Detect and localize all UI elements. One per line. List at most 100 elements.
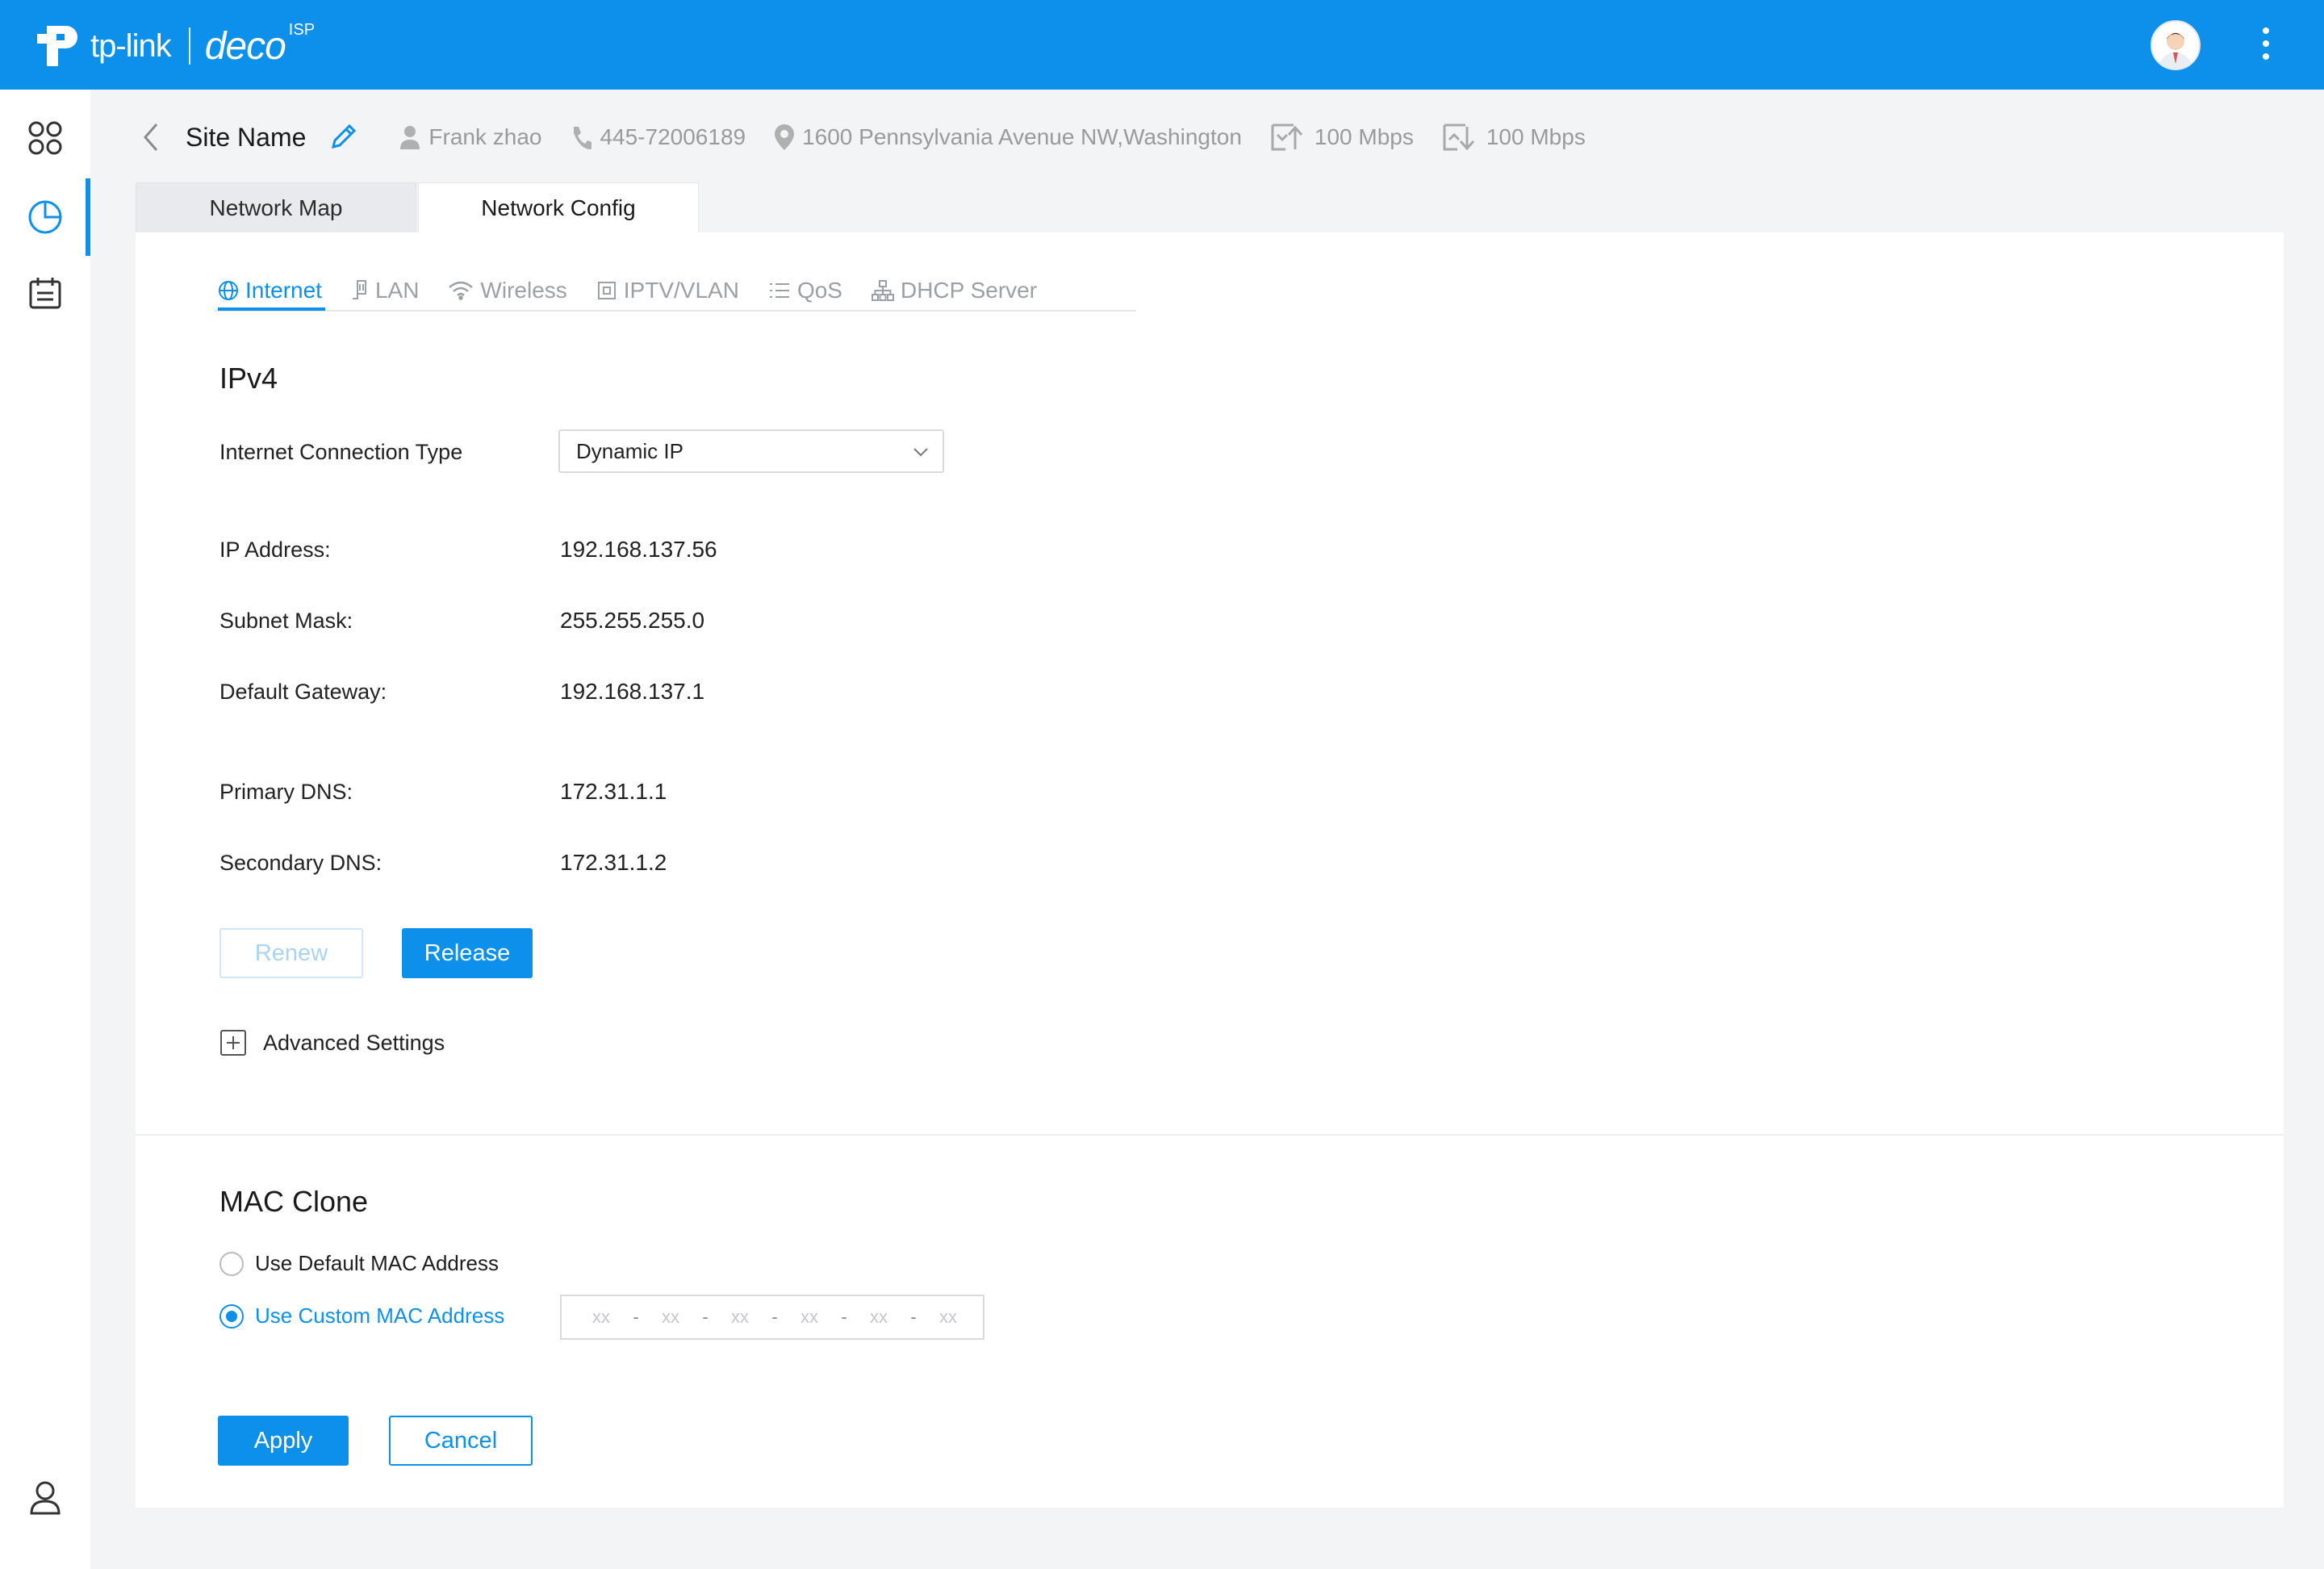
subtab-label: Wireless xyxy=(480,278,567,303)
secondary-dns-value: 172.31.1.2 xyxy=(560,850,667,875)
mac-segment-2[interactable]: xx xyxy=(658,1307,683,1328)
back-arrow-icon[interactable] xyxy=(139,119,163,155)
tab-network-config[interactable]: Network Config xyxy=(418,182,699,233)
sidebar-item-statistics[interactable] xyxy=(0,178,90,256)
iptv-icon xyxy=(597,282,616,299)
pie-chart-icon xyxy=(28,200,62,234)
more-options-icon[interactable] xyxy=(2251,23,2280,68)
upload-speed-info: 100 Mbps xyxy=(1271,123,1414,151)
tab-network-map[interactable]: Network Map xyxy=(136,182,416,233)
subtab-label: Internet xyxy=(245,278,322,303)
sidebar-item-account[interactable] xyxy=(0,1458,90,1536)
product-name: deco xyxy=(204,24,286,68)
mac-separator: - xyxy=(702,1307,708,1327)
download-speed-info: 100 Mbps xyxy=(1443,123,1586,151)
wifi-icon xyxy=(449,281,474,300)
advanced-settings-toggle[interactable]: Advanced Settings xyxy=(219,1029,445,1056)
default-gateway-value: 192.168.137.1 xyxy=(560,679,705,704)
logo-separator xyxy=(188,27,190,65)
renew-button[interactable]: Renew xyxy=(219,928,363,978)
release-button[interactable]: Release xyxy=(402,928,533,978)
ethernet-icon xyxy=(352,280,366,299)
logo-text: tp-link xyxy=(90,27,172,64)
mac-clone-title: MAC Clone xyxy=(219,1185,369,1218)
sidebar-item-schedule[interactable] xyxy=(0,254,90,332)
subnet-mask-value: 255.255.255.0 xyxy=(560,608,705,633)
mac-segment-5[interactable]: xx xyxy=(867,1307,891,1328)
sidebar xyxy=(0,90,90,1569)
list-icon xyxy=(769,283,789,298)
config-subtabs: Internet LAN Wireless IPTV/VLAN QoS DHCP… xyxy=(215,273,1136,312)
default-mac-label: Use Default MAC Address xyxy=(255,1251,499,1275)
plus-box-icon xyxy=(220,1030,246,1056)
mac-segment-1[interactable]: xx xyxy=(589,1307,613,1328)
upload-speed-icon xyxy=(1271,123,1303,151)
secondary-dns-label: Secondary DNS: xyxy=(219,851,382,875)
default-mac-radio[interactable] xyxy=(219,1251,244,1276)
contact-info: Frank zhao xyxy=(399,124,541,150)
user-avatar[interactable] xyxy=(2151,20,2201,70)
cancel-button[interactable]: Cancel xyxy=(389,1416,533,1466)
subtab-iptv-vlan[interactable]: IPTV/VLAN xyxy=(596,273,739,308)
custom-mac-label: Use Custom MAC Address xyxy=(255,1303,505,1328)
calendar-icon xyxy=(29,278,61,309)
default-gateway-label: Default Gateway: xyxy=(219,680,387,704)
subtab-dhcp-server[interactable]: DHCP Server xyxy=(871,273,1038,308)
upload-speed: 100 Mbps xyxy=(1314,124,1414,149)
chevron-down-icon xyxy=(913,448,928,457)
ip-address-value: 192.168.137.56 xyxy=(560,537,717,562)
subtab-lan[interactable]: LAN xyxy=(351,273,419,308)
person-icon xyxy=(400,126,420,149)
custom-mac-input[interactable]: xx - xx - xx - xx - xx - xx xyxy=(560,1295,984,1340)
site-header: Site Name Frank zhao 445-72006189 1600 P… xyxy=(139,115,1586,160)
ip-address-label: IP Address: xyxy=(219,538,331,562)
default-mac-option[interactable]: Use Default MAC Address xyxy=(219,1251,499,1276)
subtab-internet[interactable]: Internet xyxy=(218,273,325,311)
mac-segment-6[interactable]: xx xyxy=(936,1307,960,1328)
subtab-label: DHCP Server xyxy=(900,278,1038,303)
subtab-label: QoS xyxy=(796,278,842,303)
tp-link-logo: tp-link deco ISP xyxy=(31,18,315,74)
mac-separator: - xyxy=(910,1307,917,1327)
mac-separator: - xyxy=(841,1307,847,1327)
network-tree-icon xyxy=(871,280,894,301)
subnet-mask-label: Subnet Mask: xyxy=(219,609,353,633)
contact-name: Frank zhao xyxy=(428,124,542,149)
location-pin-icon xyxy=(775,124,795,150)
primary-dns-label: Primary DNS: xyxy=(219,780,353,804)
ipv4-title: IPv4 xyxy=(219,362,278,395)
subtab-qos[interactable]: QoS xyxy=(768,273,842,308)
phone-info: 445-72006189 xyxy=(571,124,746,150)
site-name: Site Name xyxy=(186,122,307,152)
edit-pencil-icon[interactable] xyxy=(328,123,357,152)
phone-icon xyxy=(574,127,592,149)
address: 1600 Pennsylvania Avenue NW,Washington xyxy=(802,124,1242,149)
apply-button[interactable]: Apply xyxy=(218,1416,349,1466)
primary-dns-value: 172.31.1.1 xyxy=(560,779,667,804)
download-speed: 100 Mbps xyxy=(1486,124,1586,149)
globe-icon xyxy=(219,281,238,300)
user-icon xyxy=(30,1481,61,1515)
advanced-settings-label: Advanced Settings xyxy=(263,1030,445,1055)
mac-separator: - xyxy=(633,1307,639,1327)
apps-grid-icon xyxy=(28,121,62,155)
subtab-label: IPTV/VLAN xyxy=(623,278,739,303)
connection-type-label: Internet Connection Type xyxy=(219,440,463,464)
mac-segment-3[interactable]: xx xyxy=(728,1307,752,1328)
subtab-wireless[interactable]: Wireless xyxy=(448,273,567,308)
sidebar-item-dashboard[interactable] xyxy=(0,99,90,177)
product-superscript: ISP xyxy=(288,21,316,39)
mac-segment-4[interactable]: xx xyxy=(797,1307,821,1328)
phone-number: 445-72006189 xyxy=(600,124,746,149)
subtab-label: LAN xyxy=(374,278,420,303)
custom-mac-option[interactable]: Use Custom MAC Address xyxy=(219,1303,504,1328)
download-speed-icon xyxy=(1443,123,1474,151)
section-divider xyxy=(136,1134,2284,1136)
top-bar: tp-link deco ISP xyxy=(0,0,2324,90)
connection-type-select[interactable]: Dynamic IP xyxy=(558,429,944,473)
custom-mac-radio[interactable] xyxy=(219,1303,244,1328)
address-info: 1600 Pennsylvania Avenue NW,Washington xyxy=(775,124,1242,150)
mac-separator: - xyxy=(771,1307,778,1327)
connection-type-value: Dynamic IP xyxy=(576,438,683,463)
tp-link-logo-icon xyxy=(31,19,84,73)
